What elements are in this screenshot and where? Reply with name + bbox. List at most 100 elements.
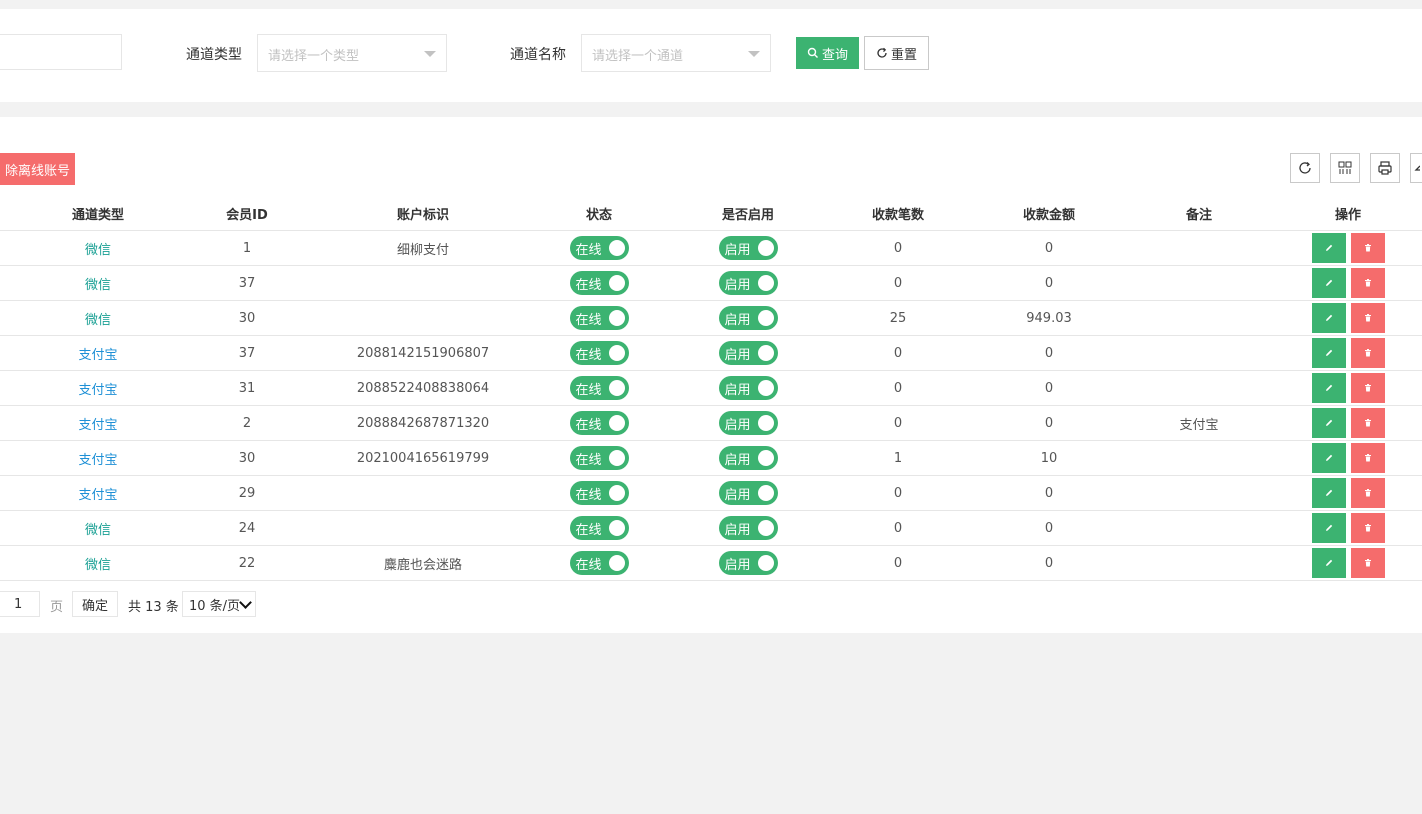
print-button[interactable] [1370, 153, 1400, 183]
status-toggle[interactable]: 在线 [569, 551, 629, 575]
refresh-table-button[interactable] [1290, 153, 1320, 183]
cell-status: 在线 [524, 405, 674, 441]
trash-icon [1364, 559, 1371, 567]
status-toggle-label: 在线 [575, 312, 602, 328]
cell-count: 0 [822, 230, 974, 266]
delete-button[interactable] [1350, 478, 1385, 508]
cell-count: 0 [822, 370, 974, 406]
cell-amount: 10 [974, 440, 1124, 476]
delete-button[interactable] [1350, 548, 1385, 578]
header-count[interactable]: 收款笔数 [822, 197, 974, 231]
cell-count: 25 [822, 300, 974, 336]
edit-button[interactable] [1311, 303, 1346, 333]
page-number-input[interactable] [0, 591, 40, 617]
enabled-toggle[interactable]: 启用 [718, 411, 778, 435]
trash-icon [1364, 314, 1371, 322]
status-toggle[interactable]: 在线 [569, 341, 629, 365]
delete-button[interactable] [1350, 373, 1385, 403]
header-account-tag[interactable]: 账户标识 [322, 197, 524, 231]
cell-count: 1 [822, 440, 974, 476]
query-label: 查询 [821, 47, 848, 63]
channel-name-label: 通道名称 [510, 47, 566, 63]
table-row: 支付宝 30 2021004165619799 在线 启用 1 10 [0, 440, 1422, 476]
pencil-icon [1325, 524, 1332, 531]
edit-button[interactable] [1311, 548, 1346, 578]
trash-icon [1364, 419, 1371, 427]
enabled-toggle[interactable]: 启用 [718, 376, 778, 400]
export-button[interactable] [1410, 153, 1422, 183]
header-amount[interactable]: 收款金额 [974, 197, 1124, 231]
channel-type-select[interactable]: 请选择一个类型 [257, 34, 447, 72]
cell-amount: 0 [974, 510, 1124, 546]
header-enabled[interactable]: 是否启用 [674, 197, 822, 231]
cell-amount: 0 [974, 230, 1124, 266]
cell-actions [1274, 545, 1422, 581]
status-toggle[interactable]: 在线 [569, 236, 629, 260]
edit-button[interactable] [1311, 443, 1346, 473]
table-row: 微信 30 在线 启用 25 949.03 [0, 300, 1422, 336]
filter-panel: 通道类型 请选择一个类型 通道名称 请选择一个通道 查询 重置 [0, 9, 1422, 102]
enabled-toggle[interactable]: 启用 [718, 446, 778, 470]
caret-down-icon [424, 51, 436, 57]
edit-button[interactable] [1311, 233, 1346, 263]
cell-count: 0 [822, 545, 974, 581]
page-confirm-button[interactable]: 确定 [72, 591, 118, 617]
enabled-toggle[interactable]: 启用 [718, 516, 778, 540]
columns-filter-button[interactable] [1330, 153, 1360, 183]
status-toggle[interactable]: 在线 [569, 271, 629, 295]
delete-offline-button[interactable]: 除离线账号 [0, 153, 75, 185]
delete-button[interactable] [1350, 513, 1385, 543]
reset-button[interactable]: 重置 [864, 36, 929, 70]
delete-button[interactable] [1350, 268, 1385, 298]
toggle-knob [757, 275, 774, 291]
enabled-toggle-label: 启用 [724, 557, 751, 573]
cell-member-id: 30 [172, 300, 322, 336]
pencil-icon [1325, 419, 1332, 426]
enabled-toggle-label: 启用 [724, 452, 751, 468]
table-row: 微信 37 在线 启用 0 0 [0, 265, 1422, 301]
cell-status: 在线 [524, 265, 674, 301]
trash-icon [1364, 279, 1371, 287]
page-size-select[interactable]: 10 条/页 [182, 591, 256, 617]
caret-down-icon [748, 51, 760, 57]
header-remark[interactable]: 备注 [1124, 197, 1274, 231]
query-button[interactable]: 查询 [796, 37, 859, 69]
status-toggle[interactable]: 在线 [569, 481, 629, 505]
status-toggle[interactable]: 在线 [569, 376, 629, 400]
delete-button[interactable] [1350, 443, 1385, 473]
edit-button[interactable] [1311, 408, 1346, 438]
edit-button[interactable] [1311, 513, 1346, 543]
status-toggle[interactable]: 在线 [569, 516, 629, 540]
status-toggle-label: 在线 [575, 487, 602, 503]
header-member-id[interactable]: 会员ID [172, 197, 322, 231]
cell-amount: 0 [974, 405, 1124, 441]
toggle-knob [608, 345, 625, 361]
status-toggle[interactable]: 在线 [569, 411, 629, 435]
edit-button[interactable] [1311, 373, 1346, 403]
enabled-toggle[interactable]: 启用 [718, 341, 778, 365]
cell-member-id: 30 [172, 440, 322, 476]
edit-button[interactable] [1311, 338, 1346, 368]
header-status[interactable]: 状态 [524, 197, 674, 231]
keyword-input[interactable] [0, 34, 122, 70]
header-channel-type[interactable]: 通道类型 [24, 197, 172, 231]
delete-button[interactable] [1350, 338, 1385, 368]
channel-name-placeholder: 请选择一个通道 [592, 49, 684, 64]
status-toggle[interactable]: 在线 [569, 306, 629, 330]
status-toggle-label: 在线 [575, 347, 602, 363]
delete-button[interactable] [1350, 303, 1385, 333]
edit-button[interactable] [1311, 478, 1346, 508]
status-toggle[interactable]: 在线 [569, 446, 629, 470]
cell-member-id: 31 [172, 370, 322, 406]
cell-account-tag [322, 300, 524, 336]
enabled-toggle[interactable]: 启用 [718, 236, 778, 260]
enabled-toggle[interactable]: 启用 [718, 271, 778, 295]
edit-button[interactable] [1311, 268, 1346, 298]
enabled-toggle[interactable]: 启用 [718, 481, 778, 505]
delete-button[interactable] [1350, 233, 1385, 263]
enabled-toggle[interactable]: 启用 [718, 306, 778, 330]
pencil-icon [1325, 349, 1332, 356]
channel-name-select[interactable]: 请选择一个通道 [581, 34, 771, 72]
enabled-toggle[interactable]: 启用 [718, 551, 778, 575]
delete-button[interactable] [1350, 408, 1385, 438]
